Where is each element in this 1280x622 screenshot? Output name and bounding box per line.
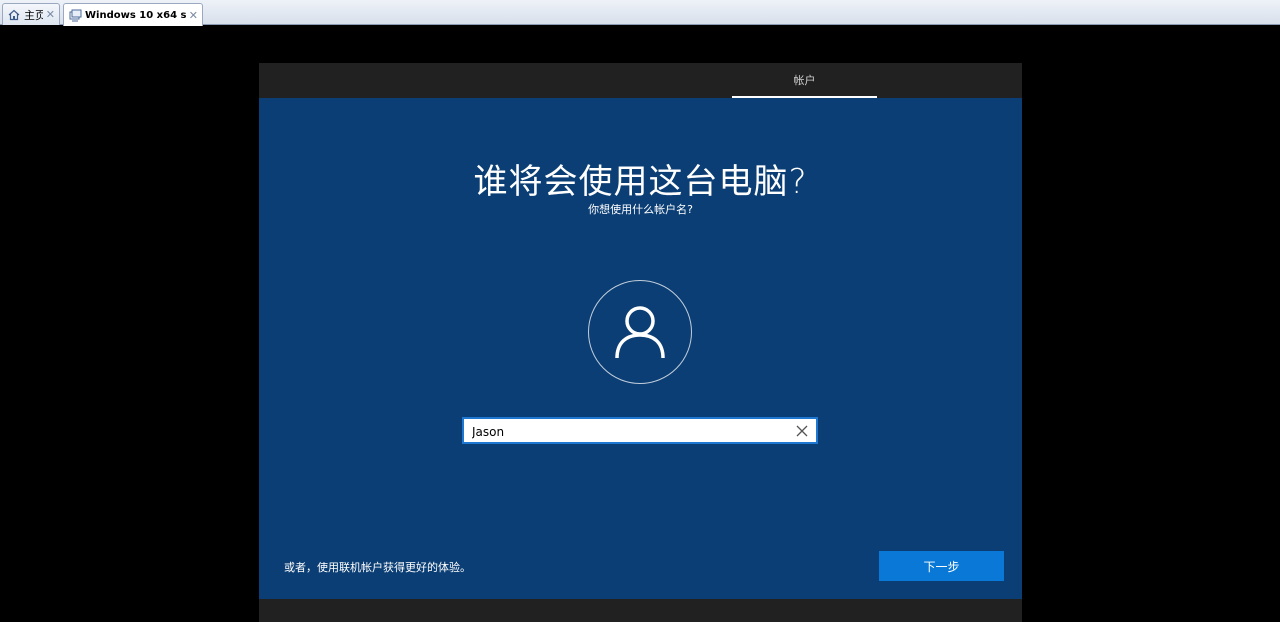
username-input[interactable] — [470, 419, 794, 444]
tab-home-label: 主页 — [24, 8, 43, 22]
avatar — [588, 280, 692, 384]
oobe-progress-bar: 帐户 — [259, 63, 1022, 98]
step-account: 帐户 — [732, 63, 877, 98]
home-icon — [7, 8, 21, 22]
tab-home-close-icon[interactable]: ✕ — [46, 8, 55, 21]
tab-vm-label: Windows 10 x64 system — [85, 9, 186, 21]
close-icon[interactable] — [794, 423, 810, 439]
oobe-screen: 帐户 谁将会使用这台电脑? 你想使用什么帐户名? 或者，使用联机帐户获得更好的体… — [259, 63, 1022, 622]
tab-vm-close-icon[interactable]: ✕ — [189, 9, 198, 22]
online-account-link[interactable]: 或者，使用联机帐户获得更好的体验。 — [284, 559, 471, 575]
host-tab-bar: 主页 ✕ Windows 10 x64 system ✕ — [0, 0, 1280, 26]
tab-home[interactable]: 主页 ✕ — [2, 3, 60, 25]
oobe-bottom-bar — [259, 599, 1022, 622]
page-subtitle: 你想使用什么帐户名? — [588, 203, 693, 216]
tab-vm[interactable]: Windows 10 x64 system ✕ — [63, 3, 203, 26]
vm-icon — [68, 8, 82, 22]
page-title: 谁将会使用这台电脑? — [473, 162, 808, 202]
next-button[interactable]: 下一步 — [879, 551, 1004, 581]
user-icon — [615, 306, 665, 359]
username-field[interactable] — [462, 417, 818, 444]
